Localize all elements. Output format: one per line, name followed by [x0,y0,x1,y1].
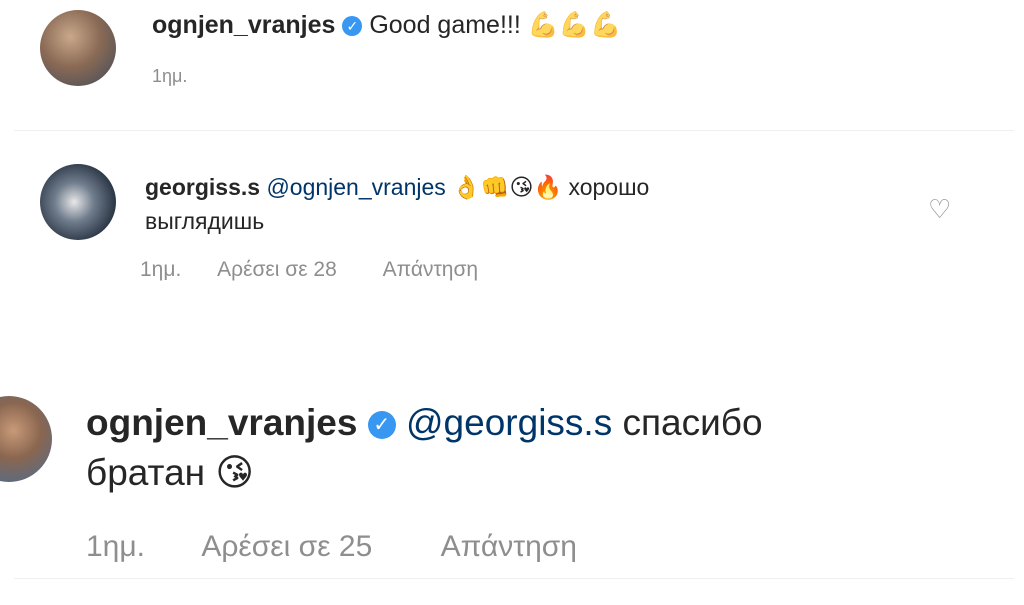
comment-text-line1: спасибо [622,402,763,443]
likes-count[interactable]: Αρέσει σε 25 [201,530,372,563]
verified-badge-icon: ✓ [342,16,363,37]
verified-badge-icon: ✓ [367,411,396,440]
emoji-flexed-biceps: 💪💪💪 [527,11,622,39]
comment-meta: 1ημ. Αρέσει σε 25 Απάντηση [86,530,577,564]
timestamp[interactable]: 1ημ. [152,66,187,86]
comment-text-line2: братан [86,452,206,493]
username[interactable]: georgiss.s [145,174,260,200]
timestamp[interactable]: 1ημ. [86,530,145,563]
comment-text-line1: хорошо [568,174,650,200]
reply-button[interactable]: Απάντηση [383,258,478,281]
comment-text-line2: выглядишь [145,208,265,234]
comment-body: ognjen_vranjes ✓ @georgiss.s спасибо бра… [86,398,986,498]
comment-2: georgiss.s @ognjen_vranjes 👌👊😘🔥 хорошо в… [0,150,1024,300]
avatar[interactable] [0,396,52,482]
comment-meta: 1ημ. Αρέσει σε 28 Απάντηση [140,258,478,282]
avatar[interactable] [40,164,116,240]
username[interactable]: ognjen_vranjes [86,402,357,443]
mention-link[interactable]: @georgiss.s [406,402,612,443]
timestamp[interactable]: 1ημ. [140,258,181,281]
mention-link[interactable]: @ognjen_vranjes [266,174,445,200]
likes-count[interactable]: Αρέσει σε 28 [217,258,337,281]
avatar[interactable] [40,10,116,86]
divider [14,578,1014,579]
divider [14,130,1014,131]
comment-1: ognjen_vranjes ✓ Good game!!! 💪💪💪 1ημ. [0,0,1024,130]
comment-body: ognjen_vranjes ✓ Good game!!! 💪💪💪 [152,10,621,40]
username[interactable]: ognjen_vranjes [152,11,335,39]
comment-text: Good game!!! [369,11,521,39]
reply-button[interactable]: Απάντηση [441,530,577,563]
emoji-group: 👌👊😘🔥 [452,174,563,200]
comment-3: ognjen_vranjes ✓ @georgiss.s спасибо бра… [0,380,1024,605]
heart-icon[interactable]: ♡ [928,194,951,225]
comment-body: georgiss.s @ognjen_vranjes 👌👊😘🔥 хорошо в… [145,170,905,238]
comment-meta: 1ημ. [152,66,187,87]
emoji-kiss: 😘 [215,452,254,493]
